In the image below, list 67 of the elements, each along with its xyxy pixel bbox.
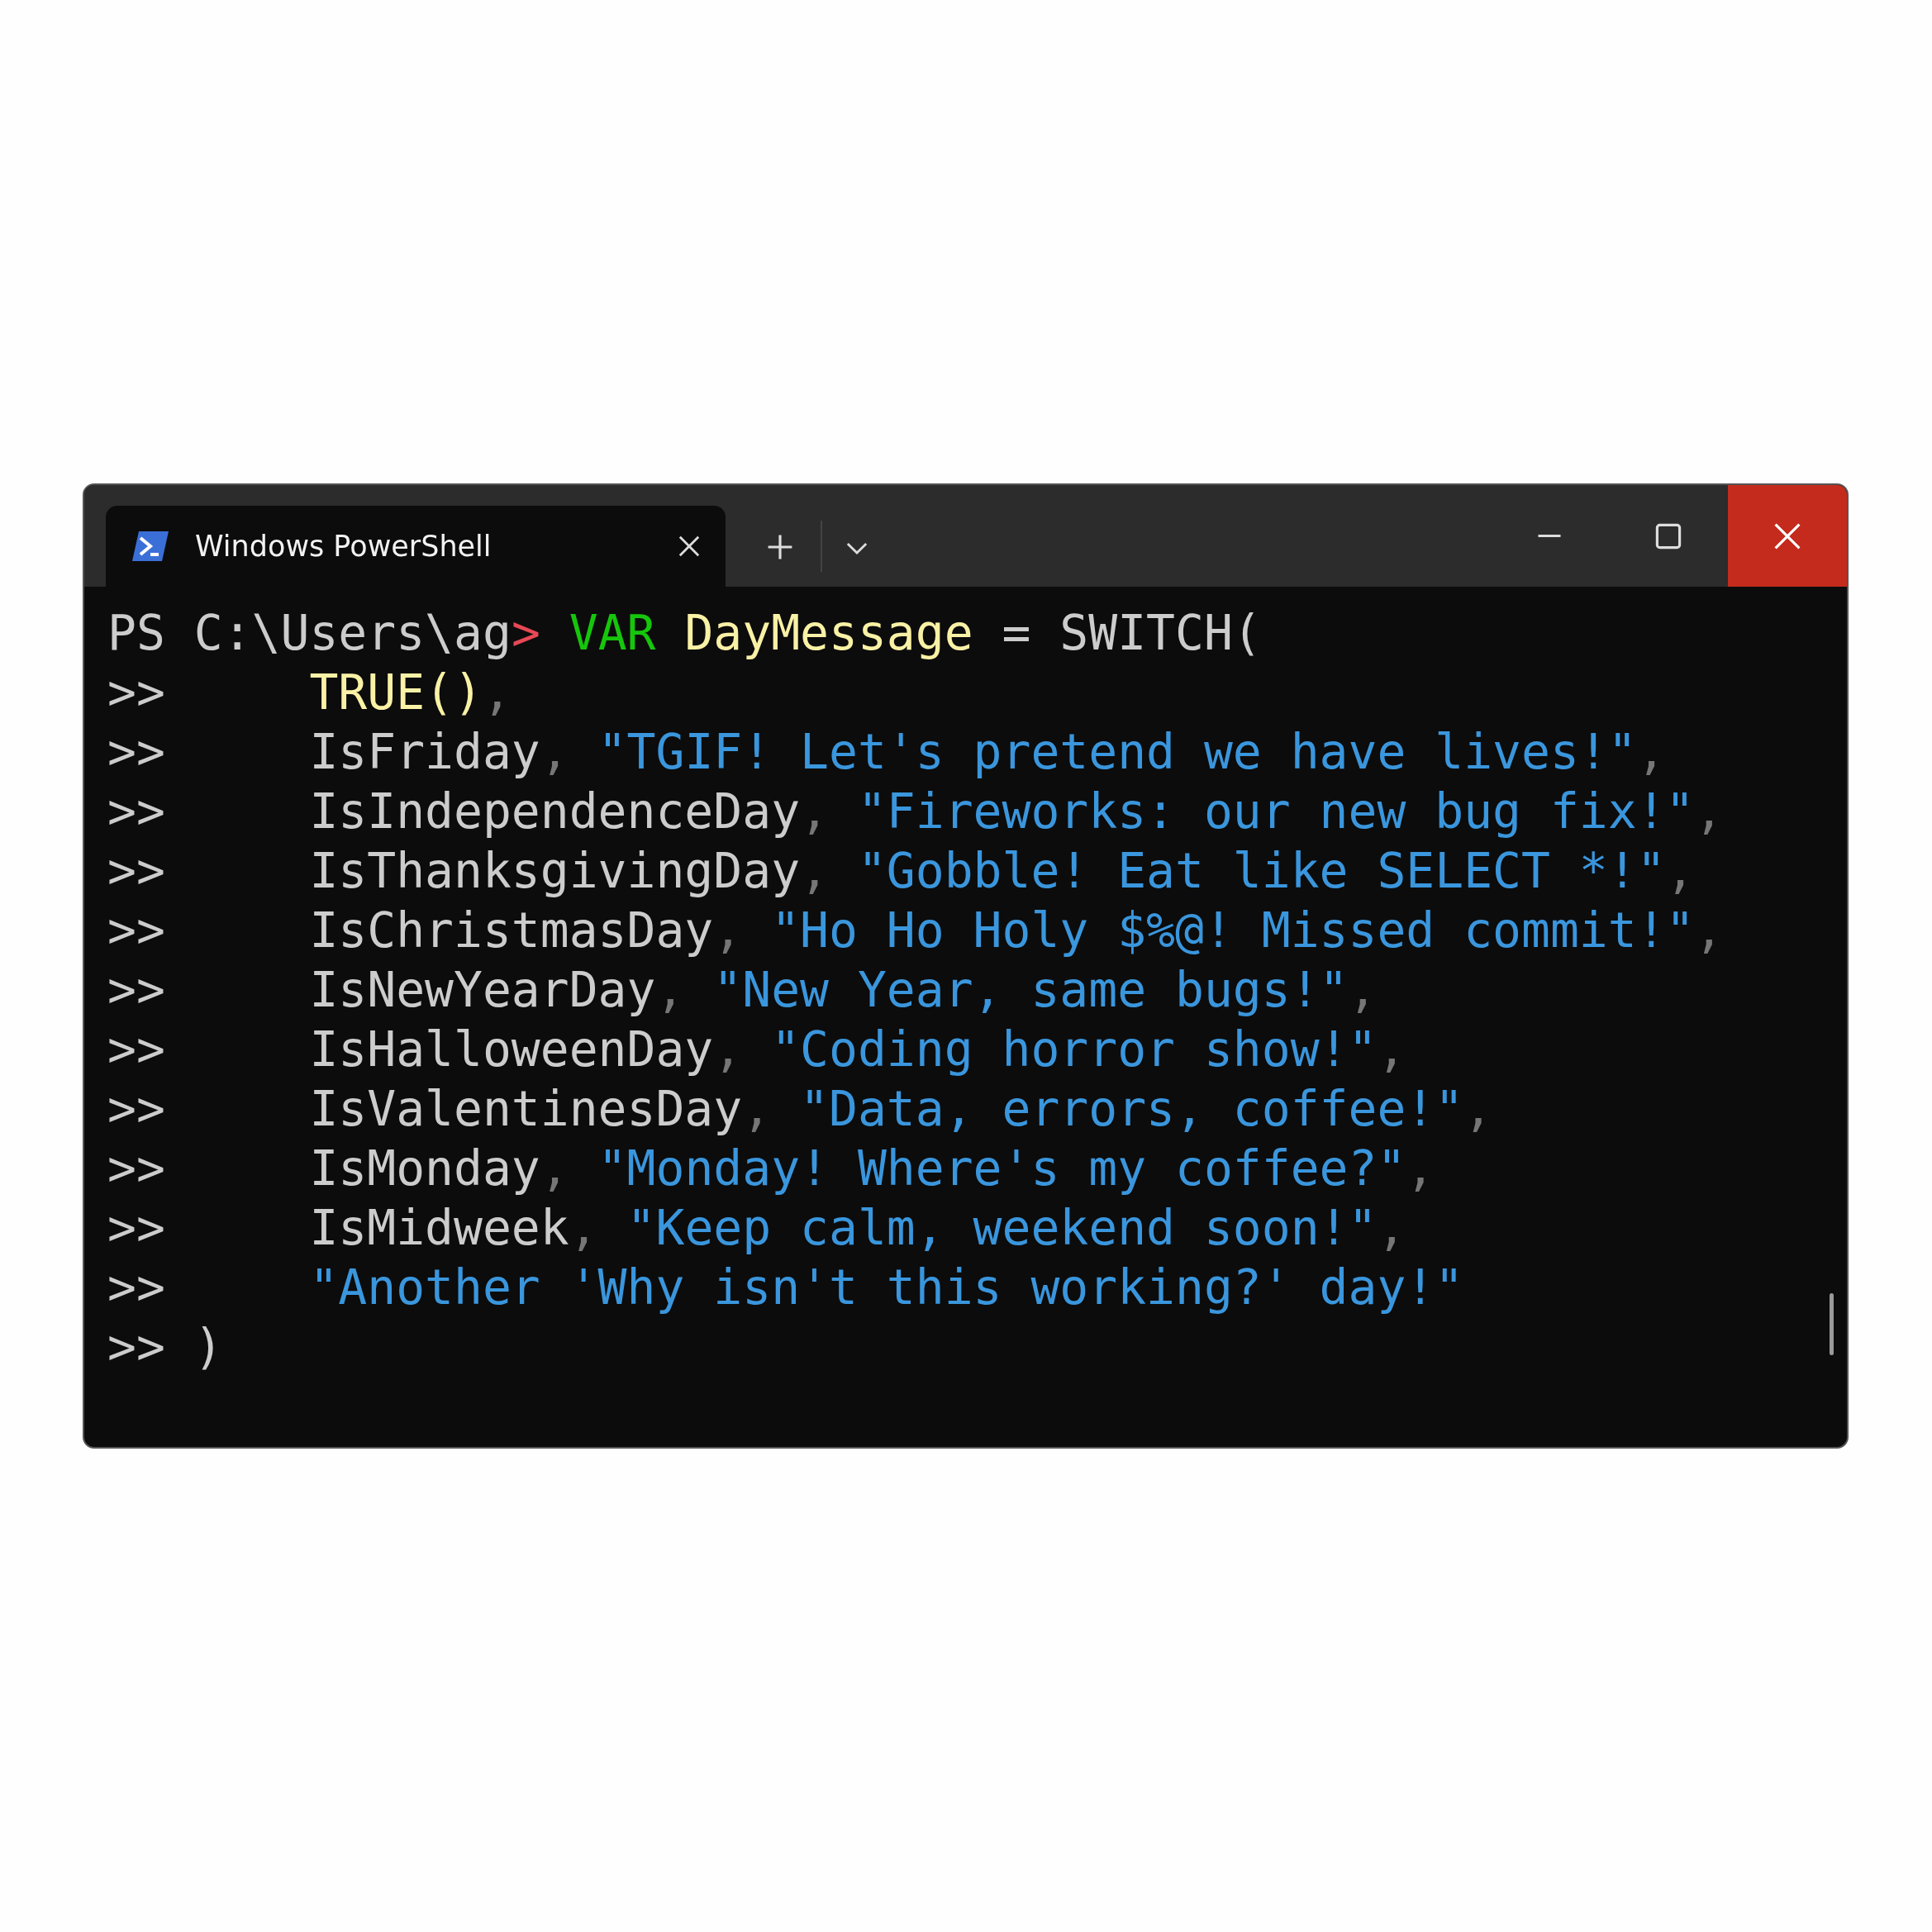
comma-text: , — [1463, 1080, 1493, 1139]
comma-text: , — [655, 961, 685, 1020]
string-text: "New Year, same bugs!" — [712, 961, 1349, 1020]
code-text: IsFriday — [309, 723, 540, 782]
tab[interactable]: Windows PowerShell — [106, 506, 726, 587]
prompt-text: >> — [107, 1318, 165, 1377]
code-text: IsNewYearDay — [309, 961, 656, 1020]
identifier-text: DayMessage — [683, 604, 973, 663]
string-text: "Fireworks: our new bug fix!" — [856, 783, 1695, 841]
code-text: ) — [193, 1318, 223, 1377]
code-text: IsIndependenceDay — [309, 783, 801, 841]
prompt-text: >> — [107, 783, 165, 841]
keyword-text: VAR — [568, 604, 656, 663]
string-text: "TGIF! Let's pretend we have lives!" — [597, 723, 1637, 782]
string-text: "Ho Ho Holy $%@! Missed commit!" — [770, 902, 1695, 960]
string-text: "Coding horror show!" — [770, 1021, 1378, 1079]
prompt-text: >> — [107, 664, 165, 722]
comma-text: , — [569, 1199, 598, 1258]
new-tab-icon[interactable] — [767, 534, 793, 560]
string-text: "Data, errors, coffee!" — [799, 1080, 1464, 1139]
prompt-text: PS C:\Users\ag — [107, 604, 512, 663]
comma-text: , — [800, 842, 829, 901]
comma-text: , — [1694, 783, 1724, 841]
comma-text: , — [1636, 723, 1666, 782]
code-text: IsThanksgivingDay — [309, 842, 801, 901]
maximize-icon — [1655, 522, 1682, 550]
code-text: = SWITCH( — [1001, 604, 1262, 663]
comma-text: , — [482, 664, 512, 722]
code-text: IsMonday — [309, 1140, 540, 1198]
string-text: "Monday! Where's my coffee?" — [597, 1140, 1406, 1198]
comma-text: , — [1348, 961, 1378, 1020]
comma-text: , — [1406, 1140, 1435, 1198]
comma-text: , — [713, 1021, 743, 1079]
dropdown-chevron-icon[interactable] — [845, 541, 868, 555]
code-text: IsMidweek — [309, 1199, 569, 1258]
string-text: "Another 'Why isn't this working?' day!" — [309, 1259, 1464, 1317]
prompt-text: >> — [107, 1021, 165, 1079]
prompt-text: >> — [107, 1199, 165, 1258]
prompt-text: >> — [107, 902, 165, 960]
minimize-icon — [1536, 535, 1563, 537]
string-text: "Gobble! Eat like SELECT *!" — [856, 842, 1666, 901]
string-text: "Keep calm, weekend soon!" — [626, 1199, 1378, 1258]
prompt-text: >> — [107, 961, 165, 1020]
comma-text: , — [540, 1140, 569, 1198]
tab-title: Windows PowerShell — [195, 530, 493, 563]
terminal-prompt-icon — [131, 530, 170, 563]
prompt-text: >> — [107, 1140, 165, 1198]
comma-text: , — [1694, 902, 1724, 960]
scrollbar-thumb[interactable] — [1830, 1293, 1834, 1355]
prompt-text: >> — [107, 1080, 165, 1139]
comma-text: , — [1377, 1021, 1406, 1079]
code-text: IsHalloweenDay — [309, 1021, 714, 1079]
comma-text: , — [1377, 1199, 1406, 1258]
comma-text: , — [800, 783, 829, 841]
prompt-arrow-text: > — [511, 604, 540, 663]
comma-text: , — [1665, 842, 1695, 901]
prompt-text: >> — [107, 1259, 165, 1317]
code-text: IsChristmasDay — [309, 902, 714, 960]
prompt-text: >> — [107, 842, 165, 901]
close-tab-icon[interactable] — [678, 535, 701, 558]
prompt-text: >> — [107, 723, 165, 782]
comma-text: , — [540, 723, 569, 782]
code-text: IsValentinesDay — [309, 1080, 743, 1139]
close-icon — [1774, 522, 1801, 550]
comma-text: , — [713, 902, 743, 960]
comma-text: , — [742, 1080, 772, 1139]
identifier-text: TRUE() — [309, 664, 483, 722]
